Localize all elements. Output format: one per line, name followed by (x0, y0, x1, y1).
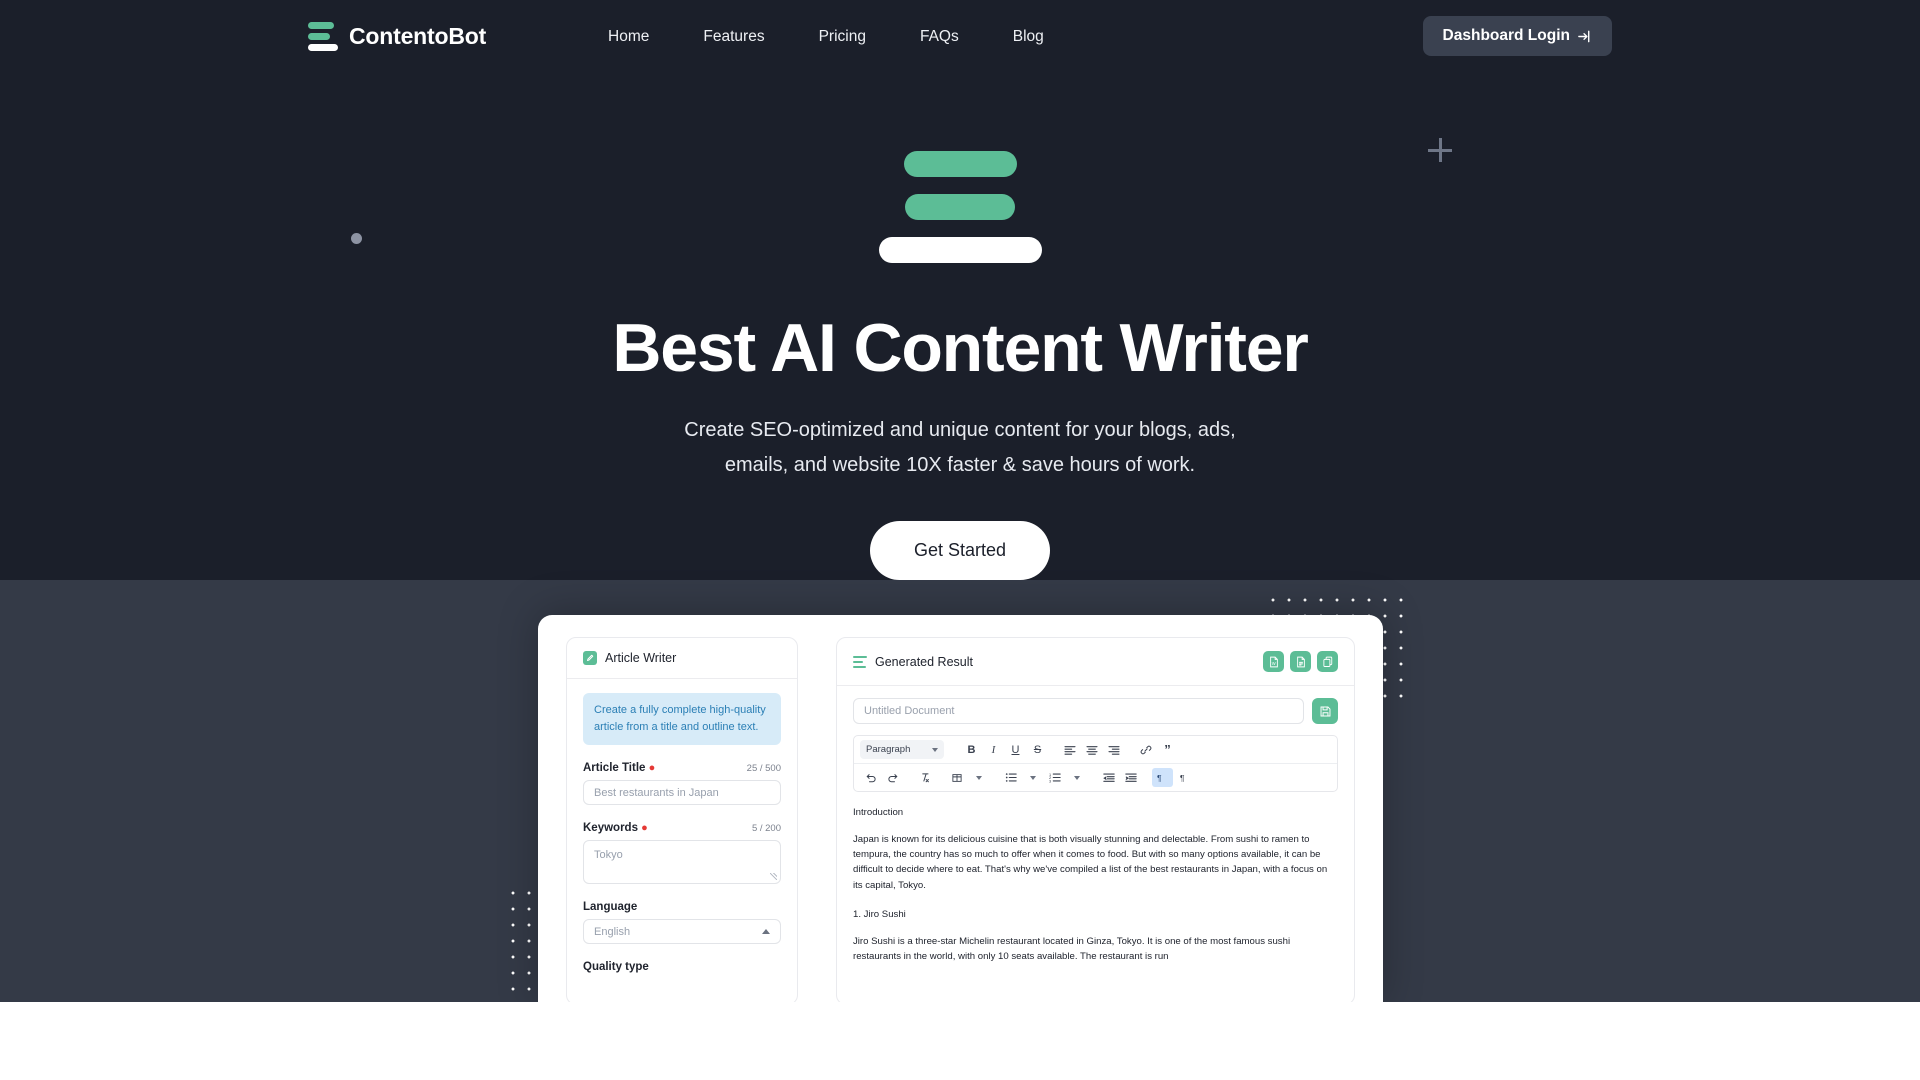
brand-logo[interactable]: ContentoBot (308, 22, 486, 52)
underline-icon[interactable]: U (1005, 740, 1026, 759)
save-icon[interactable] (1312, 698, 1338, 724)
article-writer-body: Create a fully complete high-quality art… (567, 679, 797, 1002)
export-file-icon[interactable] (1290, 651, 1311, 672)
keywords-field-row: Keywords ● 5 / 200 (583, 822, 781, 834)
get-started-button[interactable]: Get Started (869, 521, 1051, 581)
required-marker: ● (648, 762, 656, 775)
required-marker: ● (641, 822, 648, 835)
svg-text:¶: ¶ (1157, 773, 1162, 783)
hero-subtitle: Create SEO-optimized and unique content … (0, 413, 1920, 482)
document-name-row: Untitled Document (837, 686, 1354, 724)
quality-type-label: Quality type (583, 961, 649, 974)
blockquote-icon[interactable]: ” (1157, 740, 1178, 759)
article-title-input[interactable]: Best restaurants in Japan (583, 780, 781, 806)
generated-result-panel: Generated Result W Untitled Document Par… (836, 637, 1355, 1002)
dashboard-login-button[interactable]: Dashboard Login (1422, 16, 1612, 56)
dashboard-login-label: Dashboard Login (1442, 27, 1570, 44)
nav-link-pricing[interactable]: Pricing (792, 20, 893, 54)
info-banner: Create a fully complete high-quality art… (583, 693, 781, 746)
table-options-chevron-icon[interactable] (968, 768, 989, 787)
table-icon[interactable] (946, 768, 967, 787)
nav-link-home[interactable]: Home (581, 20, 676, 54)
lines-icon (853, 655, 867, 668)
keywords-label: Keywords ● (583, 822, 648, 834)
link-icon[interactable] (1135, 740, 1156, 759)
keywords-textarea[interactable]: Tokyo (583, 840, 781, 885)
align-center-icon[interactable] (1081, 740, 1102, 759)
generated-document-content: Introduction Japan is known for its deli… (837, 792, 1354, 978)
svg-text:¶: ¶ (1179, 773, 1184, 783)
clear-format-icon[interactable] (914, 768, 935, 787)
generated-result-header: Generated Result W (837, 638, 1354, 686)
language-field-row: Language (583, 901, 781, 913)
strikethrough-icon[interactable]: S (1027, 740, 1048, 759)
hero-section: Best AI Content Writer Create SEO-optimi… (0, 73, 1920, 581)
document-name-input[interactable]: Untitled Document (853, 698, 1304, 724)
article-title-field-row: Article Title ● 25 / 500 (583, 762, 781, 774)
nav-link-features[interactable]: Features (676, 20, 791, 54)
logo-mark-icon (308, 22, 338, 52)
language-label: Language (583, 901, 638, 914)
chevron-up-icon (762, 929, 770, 935)
nav-links: Home Features Pricing FAQs Blog (581, 20, 1071, 54)
top-navigation: ContentoBot Home Features Pricing FAQs B… (0, 0, 1920, 73)
hero-subtitle-line2: emails, and website 10X faster & save ho… (724, 453, 1196, 476)
page-title: Best AI Content Writer (612, 310, 1308, 386)
chevron-down-icon (932, 747, 938, 752)
toolbar-row-2: 123 ¶ ¶ (854, 763, 1337, 791)
document-heading-introduction: Introduction (853, 807, 904, 818)
language-select[interactable]: English (583, 919, 781, 945)
document-paragraph-1: Japan is known for its delicious cuisine… (853, 834, 1328, 891)
svg-text:W: W (1271, 661, 1275, 666)
numbered-list-icon[interactable]: 123 (1044, 768, 1065, 787)
block-format-value: Paragraph (866, 744, 911, 755)
hero-subtitle-line1: Create SEO-optimized and unique content … (684, 419, 1236, 442)
keywords-counter: 5 / 200 (751, 823, 781, 835)
toolbar-row-1: Paragraph B I U S ” (854, 736, 1337, 763)
indent-icon[interactable] (1120, 768, 1141, 787)
undo-icon[interactable] (860, 768, 881, 787)
generated-result-title: Generated Result (875, 654, 973, 669)
article-writer-title: Article Writer (605, 651, 677, 665)
rtl-direction-icon[interactable]: ¶ (1174, 768, 1195, 787)
nav-link-faqs[interactable]: FAQs (893, 20, 986, 54)
document-paragraph-2: Jiro Sushi is a three-star Michelin rest… (853, 935, 1291, 963)
quality-type-field-row: Quality type (583, 961, 781, 973)
language-select-value: English (594, 925, 631, 938)
document-heading-jiro-sushi: 1. Jiro Sushi (853, 908, 906, 920)
generated-result-actions: W (1263, 651, 1338, 672)
redo-icon[interactable] (882, 768, 903, 787)
brand-name: ContentoBot (349, 23, 487, 49)
outdent-icon[interactable] (1098, 768, 1119, 787)
article-title-counter: 25 / 500 (746, 763, 781, 775)
login-arrow-icon (1577, 29, 1592, 44)
block-format-select[interactable]: Paragraph (860, 740, 944, 759)
nav-link-blog[interactable]: Blog (986, 20, 1071, 54)
bullet-list-options-chevron-icon[interactable] (1022, 768, 1043, 787)
bold-icon[interactable]: B (961, 740, 982, 759)
align-left-icon[interactable] (1059, 740, 1080, 759)
app-preview-card: Article Writer Create a fully complete h… (538, 615, 1383, 1002)
article-title-label-text: Article Title (583, 762, 646, 775)
article-writer-panel: Article Writer Create a fully complete h… (566, 637, 798, 1002)
pencil-icon (583, 651, 597, 665)
align-right-icon[interactable] (1103, 740, 1124, 759)
hero-logo-mark-icon (878, 151, 1043, 263)
ltr-direction-icon[interactable]: ¶ (1152, 768, 1173, 787)
copy-icon[interactable] (1317, 651, 1338, 672)
keywords-label-text: Keywords (583, 822, 638, 835)
editor-toolbar: Paragraph B I U S ” 1 2 3 ¶ ¶ (853, 735, 1338, 792)
numbered-list-options-chevron-icon[interactable] (1066, 768, 1087, 787)
export-word-icon[interactable]: W (1263, 651, 1284, 672)
svg-text:3: 3 (1049, 780, 1051, 783)
italic-icon[interactable]: I (983, 740, 1004, 759)
landing-page: ContentoBot Home Features Pricing FAQs B… (0, 0, 1920, 1002)
article-writer-header: Article Writer (567, 638, 797, 679)
article-title-label: Article Title ● (583, 762, 655, 774)
bullet-list-icon[interactable] (1000, 768, 1021, 787)
